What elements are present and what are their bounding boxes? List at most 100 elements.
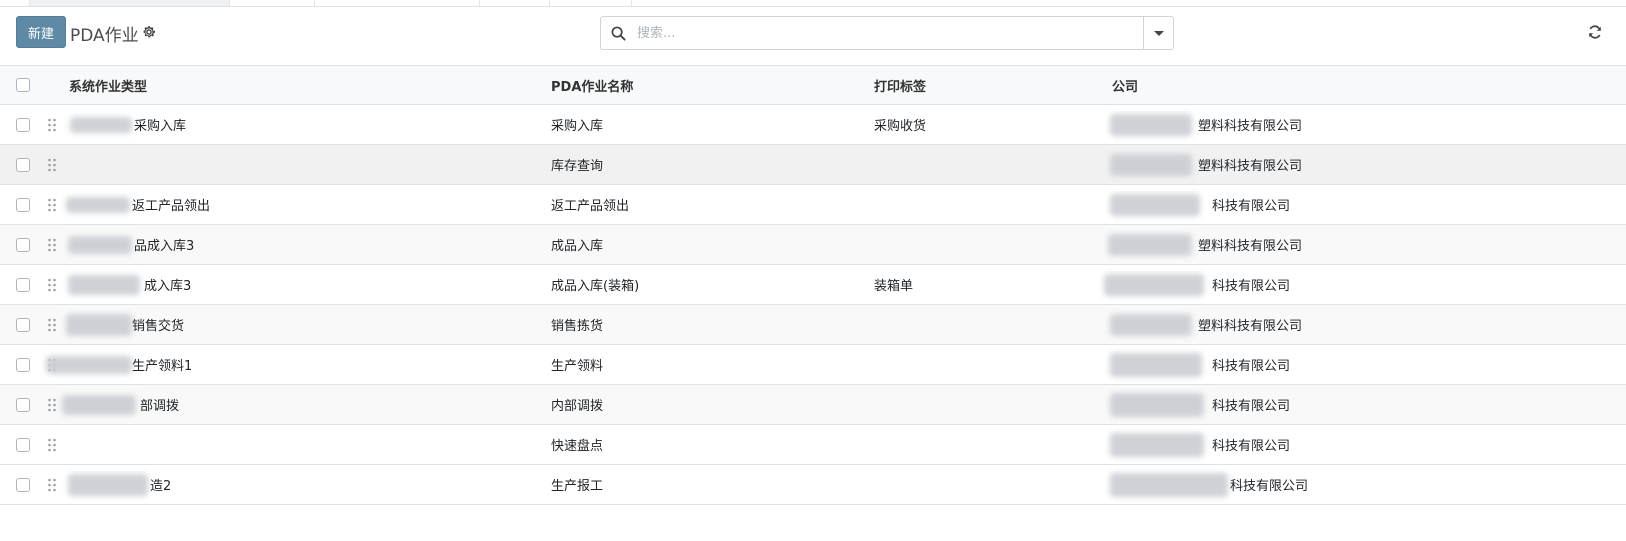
company-cell: 塑料科技有限公司	[1198, 159, 1303, 174]
redacted-region	[1110, 153, 1192, 176]
row-checkbox[interactable]	[16, 317, 30, 332]
drag-handle-icon[interactable]	[47, 198, 57, 212]
table-row[interactable]: 销售交货 销售拣货 塑料科技有限公司	[0, 305, 1626, 345]
refresh-icon[interactable]	[1587, 24, 1603, 40]
redacted-region	[1110, 193, 1200, 216]
pda-name-cell: 采购入库	[551, 119, 604, 134]
top-tab-strip	[0, 0, 1626, 7]
drag-handle-icon[interactable]	[47, 318, 57, 332]
column-header-system-type[interactable]: 系统作业类型	[69, 66, 147, 104]
system-type-cell: 部调拨	[140, 399, 180, 414]
chevron-down-icon	[1153, 30, 1164, 36]
row-checkbox[interactable]	[16, 437, 30, 452]
tab-strip-segment-active	[30, 0, 230, 6]
redacted-region	[1110, 472, 1228, 497]
table-row[interactable]: 品成入库3 成品入库 塑料科技有限公司	[0, 225, 1626, 265]
row-checkbox[interactable]	[16, 157, 30, 172]
table-row[interactable]: 成入库3 成品入库(装箱) 装箱单 科技有限公司	[0, 265, 1626, 305]
system-type-cell: 造2	[150, 479, 172, 494]
pda-name-cell: 成品入库	[551, 239, 604, 254]
system-type-cell: 生产领料1	[132, 359, 193, 374]
list-table: 系统作业类型 PDA作业名称 打印标签 公司 采购入库 采购入库 采购收货 塑料…	[0, 66, 1626, 505]
search-input[interactable]	[637, 18, 1137, 48]
row-checkbox[interactable]	[16, 237, 30, 252]
table-row[interactable]: 采购入库 采购入库 采购收货 塑料科技有限公司	[0, 105, 1626, 145]
row-checkbox[interactable]	[16, 117, 30, 132]
tab-strip-segment	[230, 0, 315, 6]
drag-handle-icon[interactable]	[47, 158, 57, 172]
gear-icon[interactable]	[142, 25, 156, 39]
system-type-cell: 采购入库	[134, 119, 187, 134]
drag-handle-icon[interactable]	[47, 398, 57, 412]
column-header-company[interactable]: 公司	[1112, 66, 1138, 104]
redacted-region	[46, 355, 132, 374]
redacted-region	[1108, 233, 1192, 256]
company-cell: 塑料科技有限公司	[1198, 319, 1303, 334]
search-icon	[611, 26, 626, 41]
redacted-region	[1104, 273, 1204, 296]
redacted-region	[66, 313, 132, 336]
redacted-region	[1110, 313, 1192, 336]
table-row[interactable]: 快速盘点 科技有限公司	[0, 425, 1626, 465]
company-cell: 科技有限公司	[1212, 359, 1291, 374]
company-cell: 科技有限公司	[1212, 199, 1291, 214]
row-checkbox[interactable]	[16, 197, 30, 212]
pda-name-cell: 返工产品领出	[551, 199, 630, 214]
column-header-print-label[interactable]: 打印标签	[874, 66, 926, 104]
table-header: 系统作业类型 PDA作业名称 打印标签 公司	[0, 66, 1626, 105]
redacted-region	[1110, 432, 1204, 457]
company-cell: 塑料科技有限公司	[1198, 119, 1303, 134]
redacted-region	[1110, 113, 1192, 136]
system-type-cell: 成入库3	[144, 279, 192, 294]
pda-name-cell: 生产领料	[551, 359, 604, 374]
control-panel: 新建 PDA作业	[0, 7, 1626, 66]
select-all-checkbox[interactable]	[16, 78, 30, 92]
tab-strip-segment	[480, 0, 550, 6]
tab-strip-segment	[0, 0, 30, 6]
redacted-region	[66, 196, 130, 213]
system-type-cell: 品成入库3	[134, 239, 195, 254]
redacted-region	[62, 394, 136, 415]
redacted-region	[68, 274, 140, 295]
company-cell: 塑料科技有限公司	[1198, 239, 1303, 254]
pda-name-cell: 库存查询	[551, 159, 604, 174]
system-type-cell: 销售交货	[132, 319, 185, 334]
tab-strip-segment	[315, 0, 480, 6]
drag-handle-icon[interactable]	[47, 438, 57, 452]
print-label-cell: 装箱单	[874, 279, 914, 294]
pda-name-cell: 销售拣货	[551, 319, 604, 334]
row-checkbox[interactable]	[16, 477, 30, 492]
column-header-pda-name[interactable]: PDA作业名称	[551, 66, 633, 104]
table-row[interactable]: 造2 生产报工 科技有限公司	[0, 465, 1626, 505]
row-checkbox[interactable]	[16, 277, 30, 292]
pda-name-cell: 内部调拨	[551, 399, 604, 414]
company-cell: 科技有限公司	[1230, 479, 1309, 494]
company-cell: 科技有限公司	[1212, 279, 1291, 294]
table-row[interactable]: 生产领料1 生产领料 科技有限公司	[0, 345, 1626, 385]
redacted-region	[1110, 392, 1204, 417]
pda-name-cell: 生产报工	[551, 479, 604, 494]
redacted-region	[1110, 352, 1202, 377]
new-button[interactable]: 新建	[16, 16, 66, 48]
page-title: PDA作业	[70, 26, 139, 46]
search-options-toggle[interactable]	[1143, 17, 1173, 49]
search-box	[600, 16, 1174, 50]
redacted-region	[68, 235, 132, 254]
row-checkbox[interactable]	[16, 357, 30, 372]
pda-name-cell: 快速盘点	[551, 439, 604, 454]
system-type-cell: 返工产品领出	[132, 199, 211, 214]
drag-handle-icon[interactable]	[47, 478, 57, 492]
print-label-cell: 采购收货	[874, 119, 927, 134]
drag-handle-icon[interactable]	[47, 238, 57, 252]
company-cell: 科技有限公司	[1212, 439, 1291, 454]
table-row[interactable]: 部调拨 内部调拨 科技有限公司	[0, 385, 1626, 425]
pda-name-cell: 成品入库(装箱)	[551, 279, 640, 294]
drag-handle-icon[interactable]	[47, 118, 57, 132]
company-cell: 科技有限公司	[1212, 399, 1291, 414]
table-row[interactable]: 返工产品领出 返工产品领出 科技有限公司	[0, 185, 1626, 225]
row-checkbox[interactable]	[16, 397, 30, 412]
drag-handle-icon[interactable]	[47, 278, 57, 292]
redacted-region	[68, 473, 148, 496]
tab-strip-segment	[550, 0, 632, 6]
table-row[interactable]: 库存查询 塑料科技有限公司	[0, 145, 1626, 185]
